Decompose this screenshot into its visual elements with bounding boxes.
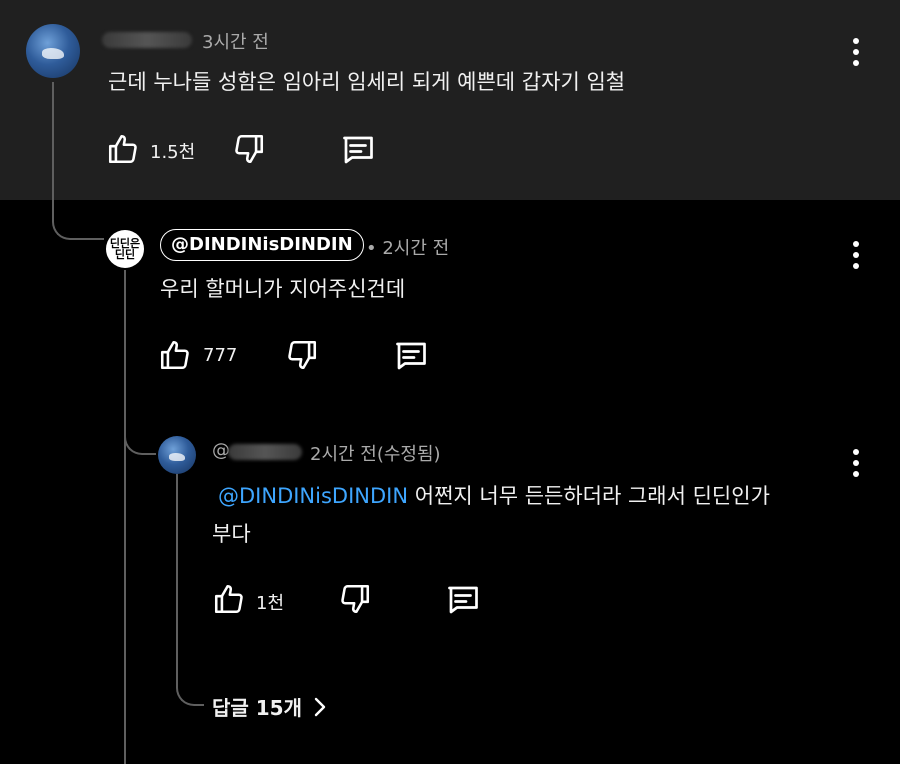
reply-text: 우리 할머니가 지어주신건데 [160, 277, 406, 301]
thumb-down-icon [235, 134, 264, 164]
thread-connector-reply1 [52, 200, 104, 240]
reply-time: • 2시간 전 [366, 238, 450, 259]
thumb-up-icon [160, 340, 189, 370]
reply-time: 2시간 전(수정됨) [310, 444, 441, 465]
comment-text: 근데 누나들 성함은 임아리 임세리 되게 예쁜데 갑자기 임철 [108, 70, 626, 94]
like-button[interactable] [104, 130, 142, 168]
reply-text: 어쩐지 너무 든든하더라 그래서 딘딘인가 [408, 484, 770, 508]
masked-username [228, 444, 302, 460]
dislike-button[interactable] [283, 336, 321, 374]
reply-button[interactable] [443, 580, 483, 620]
thumb-down-icon [341, 584, 370, 614]
thread-connector-replies [176, 672, 204, 706]
more-options-button[interactable] [846, 32, 866, 72]
thread-connector-reply2 [124, 415, 156, 455]
author-handle[interactable]: @DINDINisDINDIN [160, 229, 364, 261]
comment-icon [396, 342, 426, 370]
dislike-button[interactable] [230, 130, 268, 168]
avatar[interactable] [26, 24, 80, 78]
thread-line-reply2 [176, 474, 178, 674]
thread-line-reply1 [124, 270, 126, 764]
like-count: 1천 [256, 593, 285, 614]
comment-icon [343, 136, 373, 164]
like-button[interactable] [210, 580, 248, 618]
reply-button[interactable] [338, 130, 378, 170]
more-options-button[interactable] [846, 443, 866, 483]
avatar[interactable] [158, 436, 196, 474]
like-count: 1.5천 [150, 142, 196, 163]
view-replies-button[interactable]: 답글 15개 [212, 692, 328, 721]
view-replies-label: 답글 15개 [212, 696, 302, 720]
more-options-button[interactable] [846, 235, 866, 275]
comment-time: 3시간 전 [202, 32, 269, 53]
reply-button[interactable] [391, 336, 431, 376]
like-button[interactable] [156, 336, 194, 374]
chevron-right-icon [314, 697, 326, 716]
like-count: 777 [203, 345, 238, 366]
masked-username [102, 32, 192, 48]
avatar-text: 딘딘은 딘딘 [109, 237, 141, 261]
reply-text-line2: 부다 [212, 522, 251, 546]
reply-text-line1: @DINDINisDINDIN 어쩐지 너무 든든하더라 그래서 딘딘인가 [218, 480, 770, 510]
comment-icon [448, 586, 478, 614]
top-comment-area [0, 0, 900, 200]
mention-link[interactable]: @DINDINisDINDIN [218, 484, 408, 508]
dislike-button[interactable] [336, 580, 374, 618]
avatar-dindin[interactable]: 딘딘은 딘딘 [106, 230, 144, 268]
thumb-up-icon [108, 134, 137, 164]
thumb-up-icon [214, 584, 243, 614]
thumb-down-icon [288, 340, 317, 370]
